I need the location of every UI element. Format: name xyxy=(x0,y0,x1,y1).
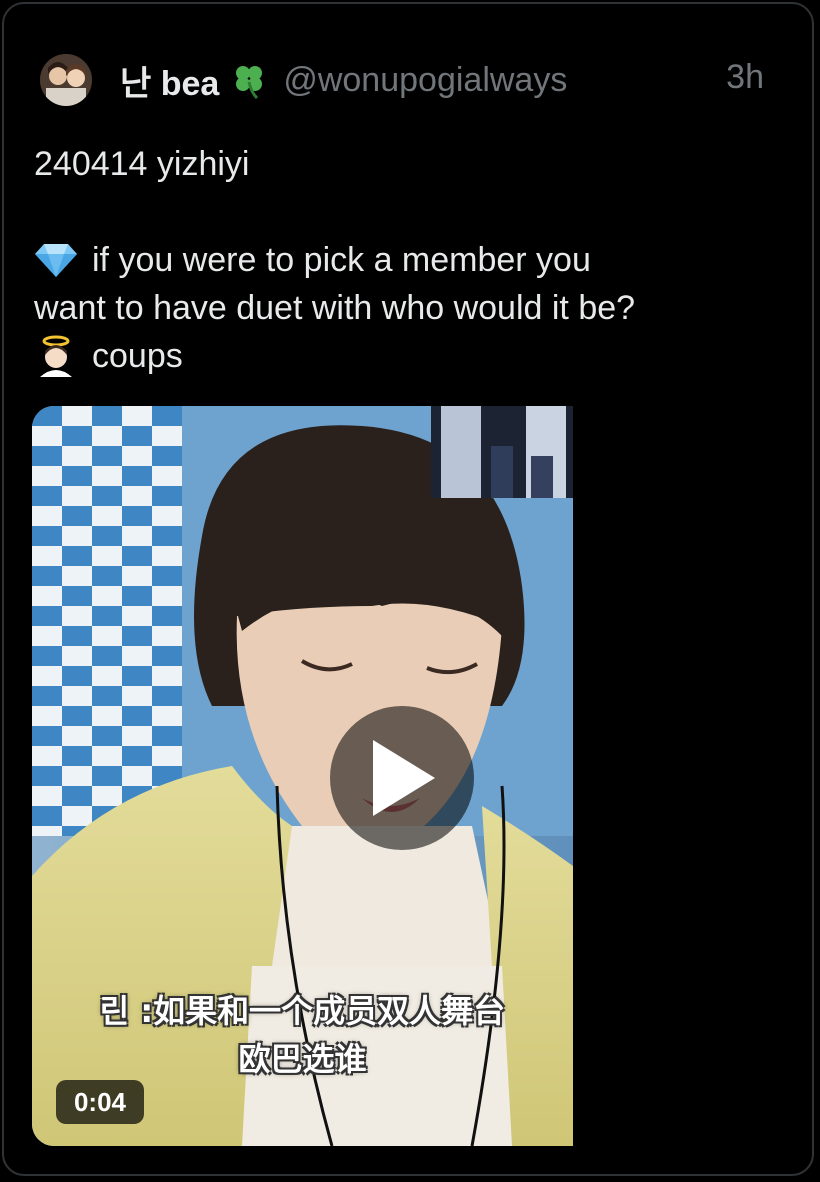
video-duration-badge: 0:04 xyxy=(56,1080,144,1124)
video-caption-line-1: 린 :如果和一个成员双人舞台 xyxy=(99,992,506,1030)
gem-icon xyxy=(34,240,80,280)
video-inset xyxy=(431,406,573,498)
four-leaf-clover-icon xyxy=(229,60,269,100)
tweet-card[interactable]: 난 bea @wonupogialways 3h 240414 yizhiyi xyxy=(2,2,814,1176)
video-player[interactable]: 린 :如果和一个成员双人舞台 欧巴选谁 0:04 xyxy=(32,406,573,1146)
tweet-timestamp[interactable]: 3h xyxy=(726,58,764,97)
video-caption-line-2: 欧巴选谁 xyxy=(238,1040,367,1078)
display-name[interactable]: 난 bea xyxy=(120,56,219,105)
tweet-header: 난 bea @wonupogialways 3h xyxy=(40,52,772,108)
tweet-line-answer-text: coups xyxy=(92,337,183,375)
tweet-line-answer: coups xyxy=(34,332,794,380)
user-handle[interactable]: @wonupogialways xyxy=(283,61,567,100)
tweet-line-question-cont: want to have duet with who would it be? xyxy=(34,289,636,327)
angel-icon xyxy=(34,335,80,377)
tweet-line-question: if you were to pick a member you xyxy=(34,236,794,284)
tweet-line-date: 240414 yizhiyi xyxy=(34,145,250,183)
tweet-text: 240414 yizhiyi if you were to pick a mem… xyxy=(34,140,794,380)
user-avatar[interactable] xyxy=(40,54,92,106)
play-icon xyxy=(373,740,435,816)
tweet-line-question-text: if you were to pick a member you xyxy=(92,241,591,279)
play-button[interactable] xyxy=(330,706,474,850)
